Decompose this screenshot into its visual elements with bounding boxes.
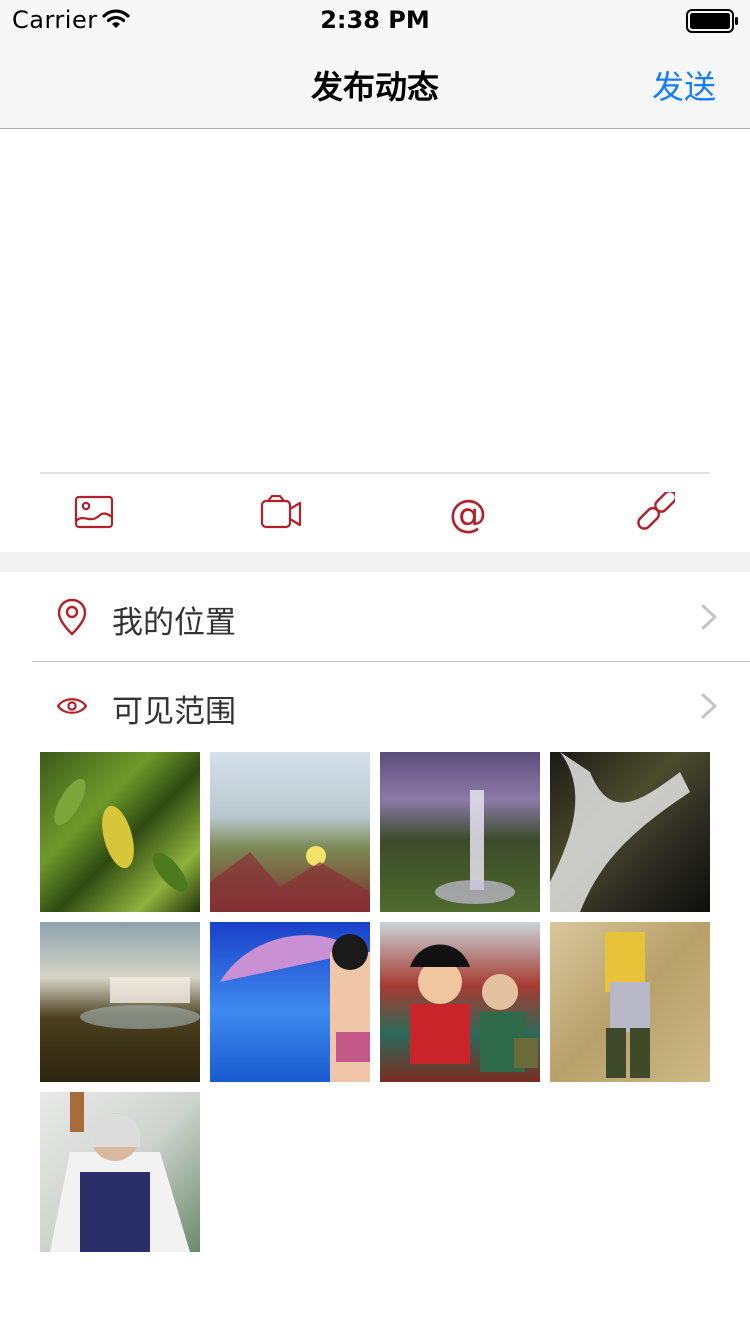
chevron-right-icon: [700, 692, 718, 724]
battery-icon: [686, 9, 740, 37]
section-gap: [0, 552, 750, 572]
eye-icon: [52, 684, 92, 728]
visibility-label: 可见范围: [112, 694, 236, 730]
location-pin-icon: [52, 595, 92, 639]
post-text-area[interactable]: [0, 129, 750, 471]
photo-anime-umbrella[interactable]: [210, 922, 370, 1082]
photo-anime-crew[interactable]: [380, 922, 540, 1082]
at-sign-icon: @: [449, 492, 487, 536]
mention-button[interactable]: @: [446, 492, 490, 536]
navigation-bar: Carrier 2:38 PM 发布动态 发送: [0, 0, 750, 129]
chevron-right-icon: [700, 603, 718, 635]
photo-anime-map[interactable]: [550, 922, 710, 1082]
compose-toolbar: @: [0, 474, 750, 552]
location-label: 我的位置: [112, 605, 236, 641]
status-time: 2:38 PM: [320, 6, 430, 34]
page-title: 发布动态: [310, 68, 439, 106]
photo-flower-grass[interactable]: [210, 752, 370, 912]
visibility-row[interactable]: 可见范围: [0, 662, 750, 750]
photo-waterfall-cliff[interactable]: [40, 922, 200, 1082]
status-bar: Carrier 2:38 PM: [0, 0, 750, 40]
link-button[interactable]: [633, 489, 678, 536]
image-button[interactable]: [72, 492, 116, 536]
photo-anime-oldman[interactable]: [40, 1092, 200, 1252]
photo-leaves[interactable]: [40, 752, 200, 912]
photo-waterfall-purple[interactable]: [380, 752, 540, 912]
image-icon: [74, 495, 114, 533]
location-row[interactable]: 我的位置: [0, 573, 750, 661]
send-button[interactable]: 发送: [652, 62, 716, 108]
link-icon: [635, 489, 678, 536]
video-camera-icon: [260, 494, 302, 533]
video-button[interactable]: [259, 492, 303, 536]
photo-waterfall-longexposure[interactable]: [550, 752, 710, 912]
